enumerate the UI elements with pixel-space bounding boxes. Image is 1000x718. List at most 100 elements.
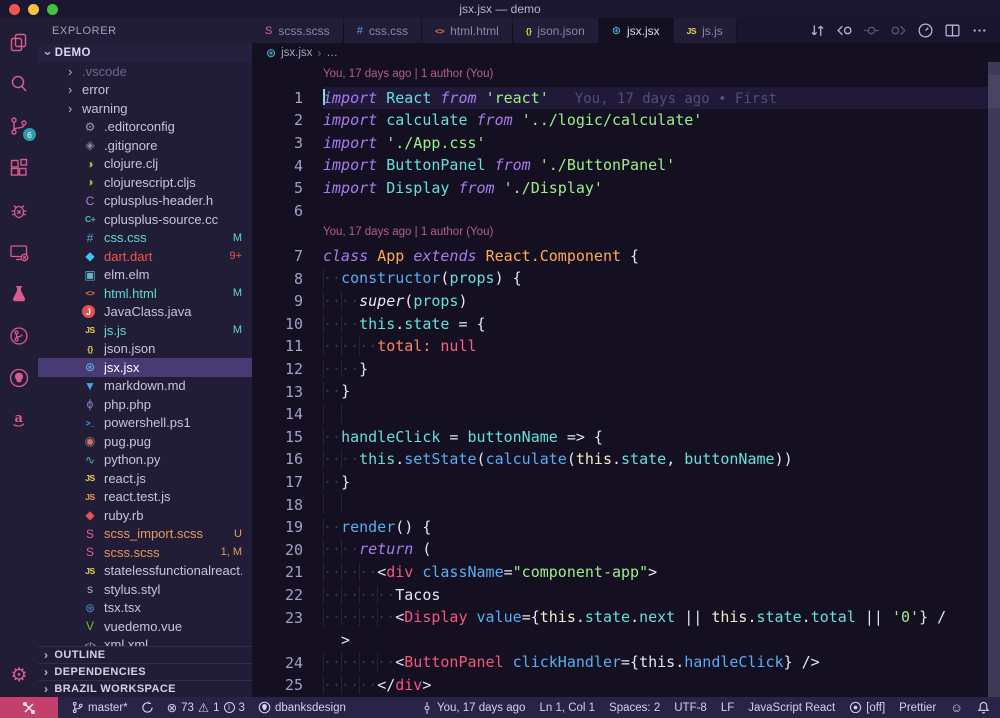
editor-scrollbar[interactable] [988,62,1000,697]
code-line[interactable]: 11······total: null [252,335,1000,358]
tree-item[interactable]: <>html.htmlM [38,284,252,303]
code-line[interactable]: 15··handleClick = buttonName => { [252,426,1000,449]
explorer-icon[interactable] [8,31,30,53]
extensions-icon[interactable] [8,157,30,179]
panel-brazil-workspace[interactable]: › BRAZIL WORKSPACE [38,680,252,697]
problems-indicator[interactable]: ⊗ 73 ⚠ 1 i 3 [167,700,245,715]
git-branch-indicator[interactable]: master* [71,701,128,714]
code-line[interactable]: 23········<Display value={this.state.nex… [252,606,1000,629]
code-line[interactable]: 21······<div className="component-app"> [252,561,1000,584]
remote-explorer-icon[interactable] [8,241,30,263]
annotations-toggle[interactable]: [off] [849,701,885,714]
tab-html.html[interactable]: <>html.html [422,18,513,43]
tree-item[interactable]: ›error [38,81,252,100]
code-line[interactable]: 14··· [252,403,1000,426]
blame-status[interactable]: You, 17 days ago [421,702,525,714]
code-line[interactable]: 8··constructor(props) { [252,267,1000,290]
tab-jsx.jsx[interactable]: ⊛jsx.jsx [599,18,674,43]
sync-button[interactable] [141,701,154,714]
code-line[interactable]: 4import ButtonPanel from './ButtonPanel' [252,154,1000,177]
navigate-forward-icon[interactable] [890,22,907,39]
code-editor[interactable]: You, 17 days ago | 1 author (You)1import… [252,62,1000,697]
tree-item[interactable]: ◑clojurescript.cljs [38,173,252,192]
tab-css.css[interactable]: #css.css [344,18,422,43]
open-changes-icon[interactable] [809,22,826,39]
test-flask-icon[interactable] [8,283,30,305]
tree-item[interactable]: ⊛jsx.jsx [38,358,252,377]
tab-scss.scss[interactable]: Sscss.scss [252,18,344,43]
tree-item[interactable]: JSreact.js [38,469,252,488]
tree-item[interactable]: Sscss_import.scssU [38,525,252,544]
code-line[interactable]: 12····} [252,358,1000,381]
tree-item[interactable]: {}json.json [38,340,252,359]
tree-item[interactable]: ⊛tsx.tsx [38,599,252,618]
code-line[interactable]: 10····this.state = { [252,313,1000,336]
search-icon[interactable] [8,73,30,95]
nav-dash-circle-icon[interactable] [863,22,880,39]
code-line[interactable]: 19··render() { [252,516,1000,539]
tree-item[interactable]: #css.cssM [38,229,252,248]
code-line[interactable]: 9····super(props) [252,290,1000,313]
tree-item[interactable]: ›.vscode [38,62,252,81]
tree-item[interactable]: ϕphp.php [38,395,252,414]
tree-item[interactable]: JSstatelessfunctionalreact.js [38,562,252,581]
code-line[interactable]: 22········Tacos [252,584,1000,607]
language-mode[interactable]: JavaScript React [748,702,835,714]
tree-item[interactable]: ▣elm.elm [38,266,252,285]
code-line[interactable]: 3import './App.css' [252,132,1000,155]
code-line[interactable]: 16····this.setState(calculate(this.state… [252,448,1000,471]
tree-item[interactable]: sstylus.styl [38,580,252,599]
breadcrumb-file[interactable]: jsx.jsx [281,47,312,59]
remote-indicator[interactable] [0,697,58,718]
code-line[interactable]: 1import React from 'react'You, 17 days a… [252,87,1000,110]
code-line[interactable]: 5import Display from './Display' [252,177,1000,200]
formatter-status[interactable]: Prettier [899,702,936,714]
tree-item[interactable]: Ccplusplus-header.h [38,192,252,211]
tree-item[interactable]: >_powershell.ps1 [38,414,252,433]
tree-item[interactable]: JJavaClass.java [38,303,252,322]
code-line[interactable]: 25······</div> [252,674,1000,697]
tree-item[interactable]: ›warning [38,99,252,118]
code-line[interactable]: 17··} [252,471,1000,494]
split-editor-icon[interactable] [944,22,961,39]
tree-item[interactable]: JSjs.jsM [38,321,252,340]
tree-item[interactable]: ◑clojure.clj [38,155,252,174]
tree-item[interactable]: C+cplusplus-source.cc [38,210,252,229]
github-account[interactable]: dbanksdesign [258,701,346,714]
indentation-setting[interactable]: Spaces: 2 [609,702,660,714]
navigate-back-icon[interactable] [836,22,853,39]
tree-item[interactable]: ▼markdown.md [38,377,252,396]
cursor-position[interactable]: Ln 1, Col 1 [539,702,595,714]
codelens-row[interactable]: You, 17 days ago | 1 author (You) [252,222,1000,245]
panel-outline[interactable]: › OUTLINE [38,646,252,663]
aws-amazon-icon[interactable]: a [8,409,30,431]
codelens-row[interactable]: You, 17 days ago | 1 author (You) [252,64,1000,87]
tree-item[interactable]: ⚙.editorconfig [38,118,252,137]
code-line[interactable]: 13··} [252,380,1000,403]
code-line[interactable]: 6 [252,200,1000,223]
breadcrumb-more[interactable]: … [326,47,338,59]
tree-item[interactable]: ◈.gitignore [38,136,252,155]
tree-item[interactable]: ◆dart.dart9+ [38,247,252,266]
gitlens-icon[interactable] [8,325,30,347]
code-line[interactable]: 7class App extends React.Component { [252,245,1000,268]
run-code-icon[interactable] [917,22,934,39]
tab-js.js[interactable]: JSjs.js [674,18,737,43]
source-control-icon[interactable]: 6 [8,115,30,137]
tree-item[interactable]: </>xml.xml [38,636,252,647]
code-line[interactable]: > [252,629,1000,652]
eol-setting[interactable]: LF [721,702,734,714]
tab-json.json[interactable]: {}json.json [513,18,599,43]
code-line[interactable]: 24········<ButtonPanel clickHandler={thi… [252,651,1000,674]
tree-item[interactable]: Vvuedemo.vue [38,617,252,636]
breadcrumb[interactable]: ⊛ jsx.jsx › … [252,43,1000,62]
code-line[interactable]: 18··· [252,493,1000,516]
encoding-setting[interactable]: UTF-8 [674,702,707,714]
panel-dependencies[interactable]: › DEPENDENCIES [38,663,252,680]
tree-item[interactable]: JSreact.test.js [38,488,252,507]
tree-item[interactable]: ∿python.py [38,451,252,470]
tree-item[interactable]: ◉pug.pug [38,432,252,451]
code-line[interactable]: 2import calculate from '../logic/calcula… [252,109,1000,132]
debug-icon[interactable] [8,199,30,221]
more-actions-icon[interactable] [971,22,988,39]
